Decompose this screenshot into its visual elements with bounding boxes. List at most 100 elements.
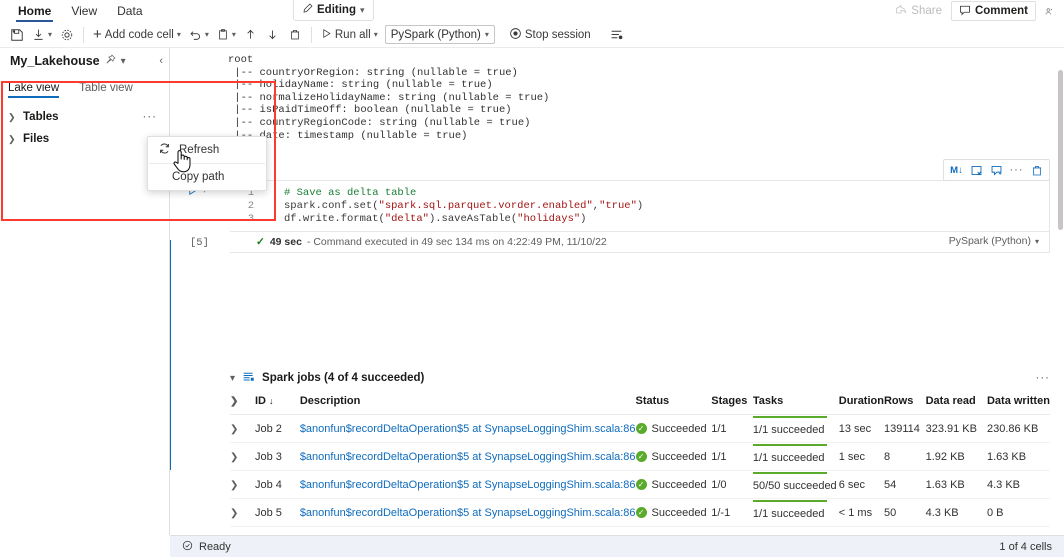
job-description-link[interactable]: $anonfun$recordDeltaOperation$5 at Synap… bbox=[300, 507, 636, 519]
pin-icon[interactable] bbox=[105, 54, 116, 68]
download-button[interactable]: ▾ bbox=[28, 23, 56, 47]
job-description[interactable]: $anonfun$recordDeltaOperation$5 at Synap… bbox=[299, 442, 636, 471]
context-menu-item-copy-path[interactable]: Copy path bbox=[148, 164, 266, 190]
chevron-right-icon[interactable]: ❯ bbox=[8, 134, 17, 145]
clipboard-button[interactable]: ▾ bbox=[213, 23, 240, 47]
notebook-scrollbar-track[interactable] bbox=[1057, 48, 1064, 535]
save-button[interactable] bbox=[6, 23, 28, 47]
table-row[interactable]: ❯ Job 5 $anonfun$recordDeltaOperation$5 … bbox=[230, 498, 1050, 527]
kernel-selector[interactable]: PySpark (Python) ▾ bbox=[384, 25, 495, 44]
job-description[interactable]: $anonfun$recordDeltaOperation$5 at Synap… bbox=[299, 498, 636, 527]
job-description[interactable]: $anonfun$recordDeltaOperation$5 at Synap… bbox=[299, 414, 636, 443]
convert-to-markdown-icon[interactable]: M↓ bbox=[947, 161, 966, 180]
code-line: 2 spark.conf.set("spark.sql.parquet.vord… bbox=[230, 200, 1049, 213]
row-expand-cell[interactable]: ❯ bbox=[230, 470, 255, 499]
tab-data[interactable]: Data bbox=[107, 0, 152, 22]
move-cell-down-button[interactable] bbox=[262, 23, 284, 47]
job-description-link[interactable]: $anonfun$recordDeltaOperation$5 at Synap… bbox=[300, 451, 636, 463]
collapse-spark-jobs-icon[interactable]: ▾ bbox=[230, 373, 235, 384]
expand-all-header[interactable]: ❯ bbox=[230, 395, 255, 415]
table-row[interactable]: ❯ Job 2 $anonfun$recordDeltaOperation$5 … bbox=[230, 414, 1050, 443]
column-header-data-written[interactable]: Data written bbox=[986, 395, 1050, 415]
code-editor[interactable]: 1 # Save as delta table 2 spark.conf.set… bbox=[230, 180, 1050, 232]
session-config-button[interactable] bbox=[605, 23, 628, 47]
column-header-description[interactable]: Description bbox=[299, 395, 636, 415]
notebook-scrollbar-thumb[interactable] bbox=[1058, 70, 1063, 230]
job-rows: 54 bbox=[883, 470, 926, 499]
chevron-down-icon[interactable]: ▾ bbox=[232, 30, 236, 39]
context-menu-item-refresh[interactable]: Refresh bbox=[148, 137, 266, 163]
tab-view[interactable]: View bbox=[61, 0, 107, 22]
chevron-down-icon[interactable]: ▾ bbox=[177, 30, 181, 39]
column-header-tasks[interactable]: Tasks bbox=[752, 395, 839, 415]
job-data-written: 4.3 KB bbox=[986, 470, 1050, 499]
column-header-stages[interactable]: Stages bbox=[711, 395, 753, 415]
tab-table-view[interactable]: Table view bbox=[79, 82, 141, 98]
tree-item-files[interactable]: ❯ Files bbox=[0, 128, 169, 150]
spark-jobs-more-icon[interactable]: ··· bbox=[1036, 372, 1051, 384]
undo-button[interactable]: ▾ bbox=[185, 23, 213, 47]
tab-home[interactable]: Home bbox=[8, 0, 61, 22]
editing-mode-button[interactable]: Editing ▾ bbox=[293, 0, 374, 21]
table-row[interactable]: ❯ Job 4 $anonfun$recordDeltaOperation$5 … bbox=[230, 470, 1050, 499]
settings-gear-button[interactable] bbox=[56, 23, 78, 47]
job-data-written: 0 B bbox=[986, 498, 1050, 527]
cell-comment-icon[interactable] bbox=[987, 161, 1006, 180]
lakehouse-name: My_Lakehouse bbox=[10, 54, 100, 68]
stop-session-button[interactable]: Stop session bbox=[505, 23, 595, 47]
row-expand-cell[interactable]: ❯ bbox=[230, 414, 255, 443]
chevron-down-icon[interactable]: ▾ bbox=[121, 56, 126, 67]
clear-output-icon[interactable] bbox=[967, 161, 986, 180]
code-line: 3 df.write.format("delta").saveAsTable("… bbox=[230, 213, 1049, 226]
column-header-id[interactable]: ID ↓ bbox=[254, 395, 300, 415]
collapse-panel-icon[interactable]: ‹ bbox=[159, 55, 163, 67]
delete-cell-icon[interactable] bbox=[1027, 161, 1046, 180]
chevron-down-icon[interactable]: ▾ bbox=[360, 5, 365, 16]
column-header-data-read[interactable]: Data read bbox=[925, 395, 987, 415]
column-header-duration[interactable]: Duration bbox=[838, 395, 884, 415]
share-people-icon[interactable] bbox=[1038, 1, 1060, 21]
chevron-down-icon[interactable]: ▾ bbox=[374, 30, 378, 39]
chevron-right-icon[interactable]: ❯ bbox=[230, 452, 238, 463]
tree-item-tables-label: Tables bbox=[23, 111, 59, 123]
run-all-button[interactable]: Run all ▾ bbox=[317, 23, 382, 47]
job-tasks: 1/1 succeeded bbox=[752, 414, 839, 443]
row-expand-cell[interactable]: ❯ bbox=[230, 442, 255, 471]
chevron-down-icon[interactable]: ▾ bbox=[485, 30, 489, 39]
table-row[interactable]: ❯ Job 3 $anonfun$recordDeltaOperation$5 … bbox=[230, 442, 1050, 471]
code-token: ) bbox=[580, 213, 587, 225]
chevron-right-icon[interactable]: ❯ bbox=[230, 424, 238, 435]
chevron-right-icon[interactable]: ❯ bbox=[230, 480, 238, 491]
move-cell-up-button[interactable] bbox=[240, 23, 262, 47]
cell-body: ▾ [5] 1 # Save as delta table 2 spark.co… bbox=[184, 180, 1050, 253]
plus-icon: + bbox=[93, 26, 102, 43]
column-header-rows[interactable]: Rows bbox=[883, 395, 926, 415]
share-button[interactable]: Share bbox=[888, 1, 949, 21]
chevron-right-icon[interactable]: ❯ bbox=[230, 396, 238, 407]
column-header-status[interactable]: Status bbox=[635, 395, 712, 415]
job-data-read: 323.91 KB bbox=[925, 414, 987, 443]
add-code-cell-button[interactable]: + Add code cell ▾ bbox=[89, 23, 185, 47]
cell-kernel-selector[interactable]: PySpark (Python) ▾ bbox=[949, 235, 1039, 247]
chevron-down-icon[interactable]: ▾ bbox=[1035, 237, 1039, 246]
tab-lake-view[interactable]: Lake view bbox=[8, 82, 67, 98]
job-description[interactable]: $anonfun$recordDeltaOperation$5 at Synap… bbox=[299, 470, 636, 499]
code-token: "holidays" bbox=[517, 213, 581, 225]
chevron-right-icon[interactable]: ❯ bbox=[230, 508, 238, 519]
job-description-link[interactable]: $anonfun$recordDeltaOperation$5 at Synap… bbox=[300, 423, 636, 435]
row-expand-cell[interactable]: ❯ bbox=[230, 498, 255, 527]
comment-button[interactable]: Comment bbox=[950, 1, 1036, 21]
tree-item-tables[interactable]: ❯ Tables ··· bbox=[0, 106, 169, 128]
chevron-right-icon[interactable]: ❯ bbox=[8, 112, 17, 123]
job-duration: 1 sec bbox=[838, 442, 884, 471]
delete-cell-button[interactable] bbox=[284, 23, 306, 47]
context-menu-refresh-label: Refresh bbox=[179, 144, 220, 156]
job-description-link[interactable]: $anonfun$recordDeltaOperation$5 at Synap… bbox=[300, 479, 636, 491]
chevron-down-icon[interactable]: ▾ bbox=[205, 30, 209, 39]
tables-more-options-icon[interactable]: ··· bbox=[143, 111, 158, 123]
chevron-down-icon[interactable]: ▾ bbox=[48, 30, 52, 39]
code-token: "delta" bbox=[384, 213, 429, 225]
task-progress-bar bbox=[752, 444, 827, 446]
add-code-cell-label: Add code cell bbox=[104, 28, 174, 41]
cell-more-options-icon[interactable]: ··· bbox=[1007, 161, 1026, 180]
